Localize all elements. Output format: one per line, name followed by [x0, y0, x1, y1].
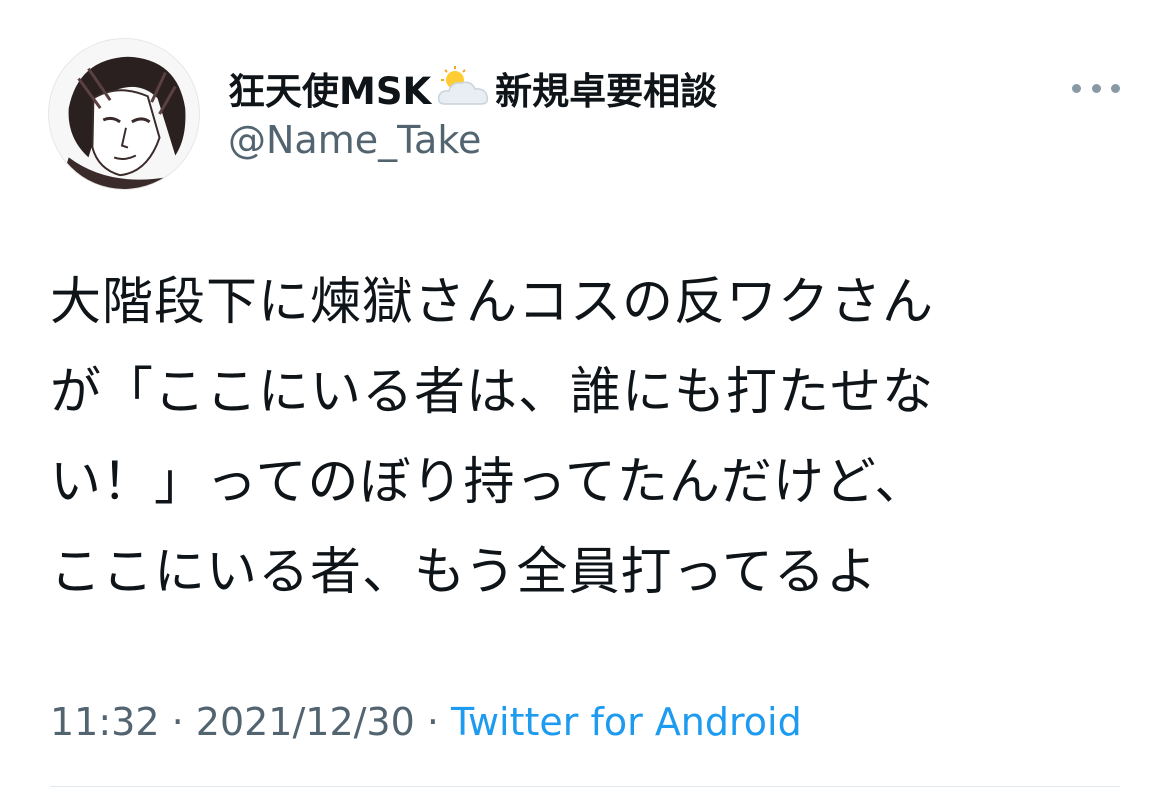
- tweet-text-line: ここにいる者、もう全員打ってるよ: [50, 543, 878, 602]
- tweet-text-line: い！」ってのぼり持ってたんだけど、: [50, 453, 927, 512]
- display-name-suffix: 新規卓要相談: [495, 70, 718, 113]
- avatar-image: [49, 39, 199, 189]
- more-dot: [1111, 83, 1120, 93]
- tweet-date[interactable]: 2021/12/30: [196, 700, 415, 744]
- meta-separator: ·: [414, 700, 452, 744]
- more-horizontal-icon[interactable]: [1072, 74, 1120, 102]
- tweet-text-line: 大階段下に煉獄さんコスの反ワクさん: [50, 273, 935, 332]
- tweet-text-line: が「ここにいる者は、誰にも打たせな: [50, 363, 935, 422]
- more-dot: [1091, 83, 1101, 93]
- display-name-prefix: 狂天使MSK: [228, 70, 432, 113]
- tweet-text: 大階段下に煉獄さんコスの反ワクさん が「ここにいる者は、誰にも打たせな い！」っ…: [50, 258, 1130, 618]
- tweet-card: 狂天使MSK 新規卓要相談 @Name_Take 大階段下に煉獄さんコスの反ワク…: [0, 0, 1170, 804]
- sun-behind-cloud-icon: [435, 66, 491, 110]
- tweet-source-link[interactable]: Twitter for Android: [451, 700, 802, 744]
- display-name[interactable]: 狂天使MSK 新規卓要相談: [228, 62, 717, 114]
- tweet-metadata: 11:32 · 2021/12/30 · Twitter for Android: [50, 700, 802, 744]
- more-dot: [1072, 83, 1081, 93]
- user-handle[interactable]: @Name_Take: [228, 118, 481, 162]
- tweet-time[interactable]: 11:32: [50, 700, 160, 744]
- meta-separator: ·: [159, 700, 196, 744]
- divider: [50, 786, 1120, 787]
- avatar[interactable]: [48, 38, 200, 190]
